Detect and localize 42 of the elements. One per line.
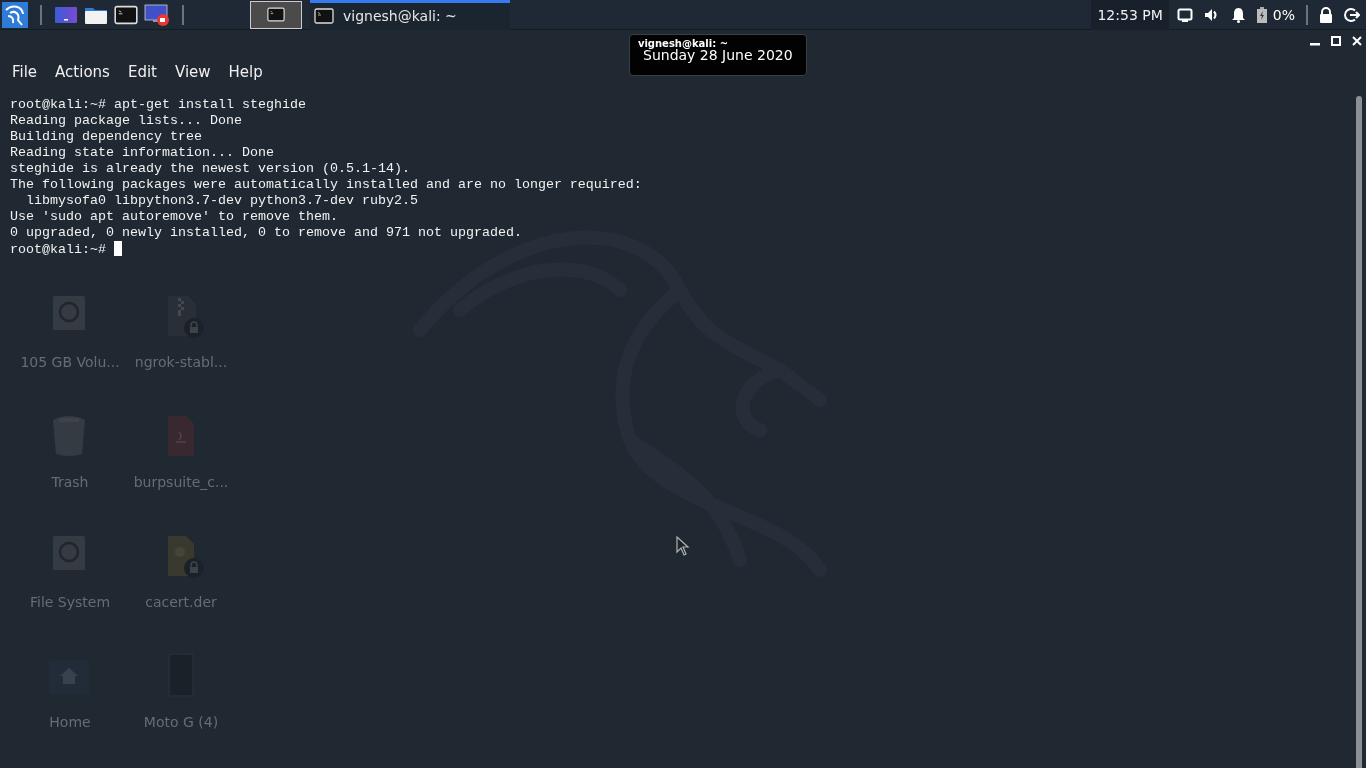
display-icon[interactable] — [1176, 7, 1193, 22]
scrollbar[interactable] — [1356, 96, 1362, 768]
terminal-line: steghide is already the newest version (0.5.1-14). — [10, 161, 410, 176]
lock-icon[interactable] — [1319, 6, 1333, 23]
terminal-line: The following packages were automatically installed and are no longer required: — [10, 177, 642, 192]
desktop-icon-label: Moto G (4) — [143, 714, 219, 730]
menu-item[interactable]: Edit — [118, 63, 166, 81]
menu-item[interactable]: View — [165, 63, 220, 81]
workspace-button[interactable] — [250, 0, 302, 29]
terminal-line: Reading state information... Done — [10, 145, 274, 160]
desktop-icon-label: 105 GB Volu... — [20, 354, 120, 370]
desktop-icon-label: cacert.der — [145, 594, 217, 610]
desktop-icon-label: ngrok-stabl... — [134, 354, 228, 370]
bell-icon[interactable] — [1230, 6, 1246, 23]
clock[interactable]: 12:53 PM — [1091, 0, 1169, 30]
terminal-line: Building dependency tree — [10, 129, 202, 144]
close-icon[interactable] — [1352, 36, 1362, 46]
logout-icon[interactable] — [1344, 6, 1360, 23]
battery-percentage: 0% — [1272, 6, 1295, 23]
terminal-line: libmysofa0 libpython3.7-dev python3.7-dev ruby2.5 — [25, 193, 418, 208]
maximize-icon[interactable] — [1331, 36, 1341, 46]
terminal-line: root@kali:~# — [10, 242, 107, 257]
terminal-line: 0 upgraded, 0 newly installed, 0 to remove and 971 not upgraded. — [10, 225, 522, 240]
desktop-icon-label: burpsuite_c... — [133, 474, 229, 490]
terminal-line: Use 'sudo apt autoremove' to remove them. — [10, 209, 338, 224]
menu-item[interactable]: File — [3, 63, 47, 81]
task-button[interactable]: vignesh@kali: ~ — [310, 0, 510, 30]
mouse-cursor-icon — [676, 536, 690, 556]
terminal-line: Reading package lists... Done — [10, 113, 242, 128]
battery-icon[interactable] — [1256, 6, 1267, 23]
desktop-icon-label: File System — [29, 594, 111, 610]
window-title: vignesh@kali: ~ — [637, 37, 729, 49]
kali-menu-icon[interactable] — [2, 1, 28, 28]
menu-item[interactable]: Help — [219, 63, 272, 81]
terminal-icon[interactable] — [114, 4, 138, 25]
terminal-line: root@kali:~# apt-get install steghide — [10, 97, 306, 112]
terminal-icon — [314, 8, 334, 24]
terminal-icon — [267, 7, 285, 22]
desktop-icon-label: Home — [49, 714, 91, 730]
screen-recorder-icon[interactable] — [144, 2, 170, 27]
desktop-icon-label: Trash — [51, 474, 89, 490]
menu-item[interactable]: Actions — [46, 63, 119, 81]
